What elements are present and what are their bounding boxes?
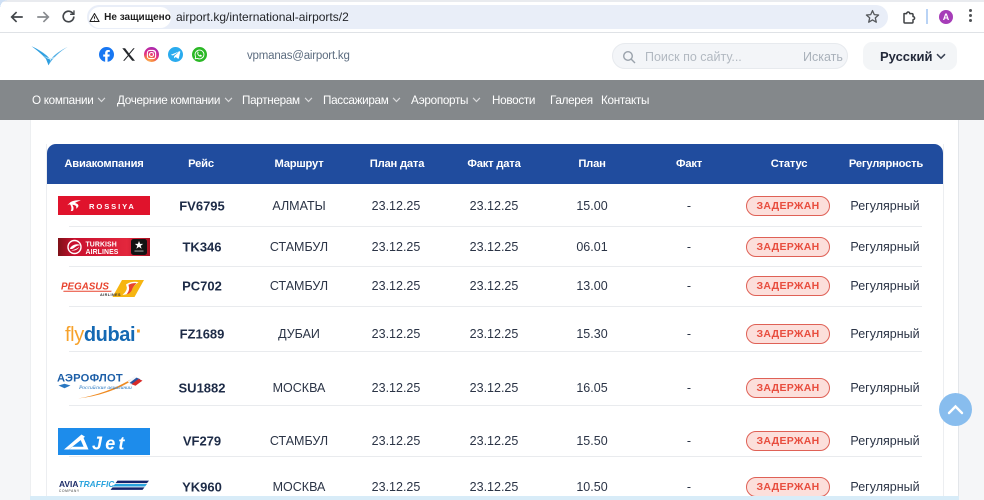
svg-text:TRAFFIC: TRAFFIC bbox=[79, 479, 116, 489]
svg-text:TURKISH: TURKISH bbox=[86, 242, 117, 249]
svg-text:ROSSIYA: ROSSIYA bbox=[89, 202, 136, 211]
svg-text:AIRLINES: AIRLINES bbox=[100, 293, 121, 297]
svg-text:COMPANY: COMPANY bbox=[59, 489, 80, 493]
svg-text:AIRLINES: AIRLINES bbox=[86, 249, 119, 256]
svg-text:AVIA: AVIA bbox=[59, 479, 78, 489]
svg-text:Российские авиалинии: Российские авиалинии bbox=[78, 384, 132, 391]
svg-text:Jet: Jet bbox=[92, 434, 128, 454]
svg-text:АЭРОФЛОТ: АЭРОФЛОТ bbox=[57, 373, 123, 385]
